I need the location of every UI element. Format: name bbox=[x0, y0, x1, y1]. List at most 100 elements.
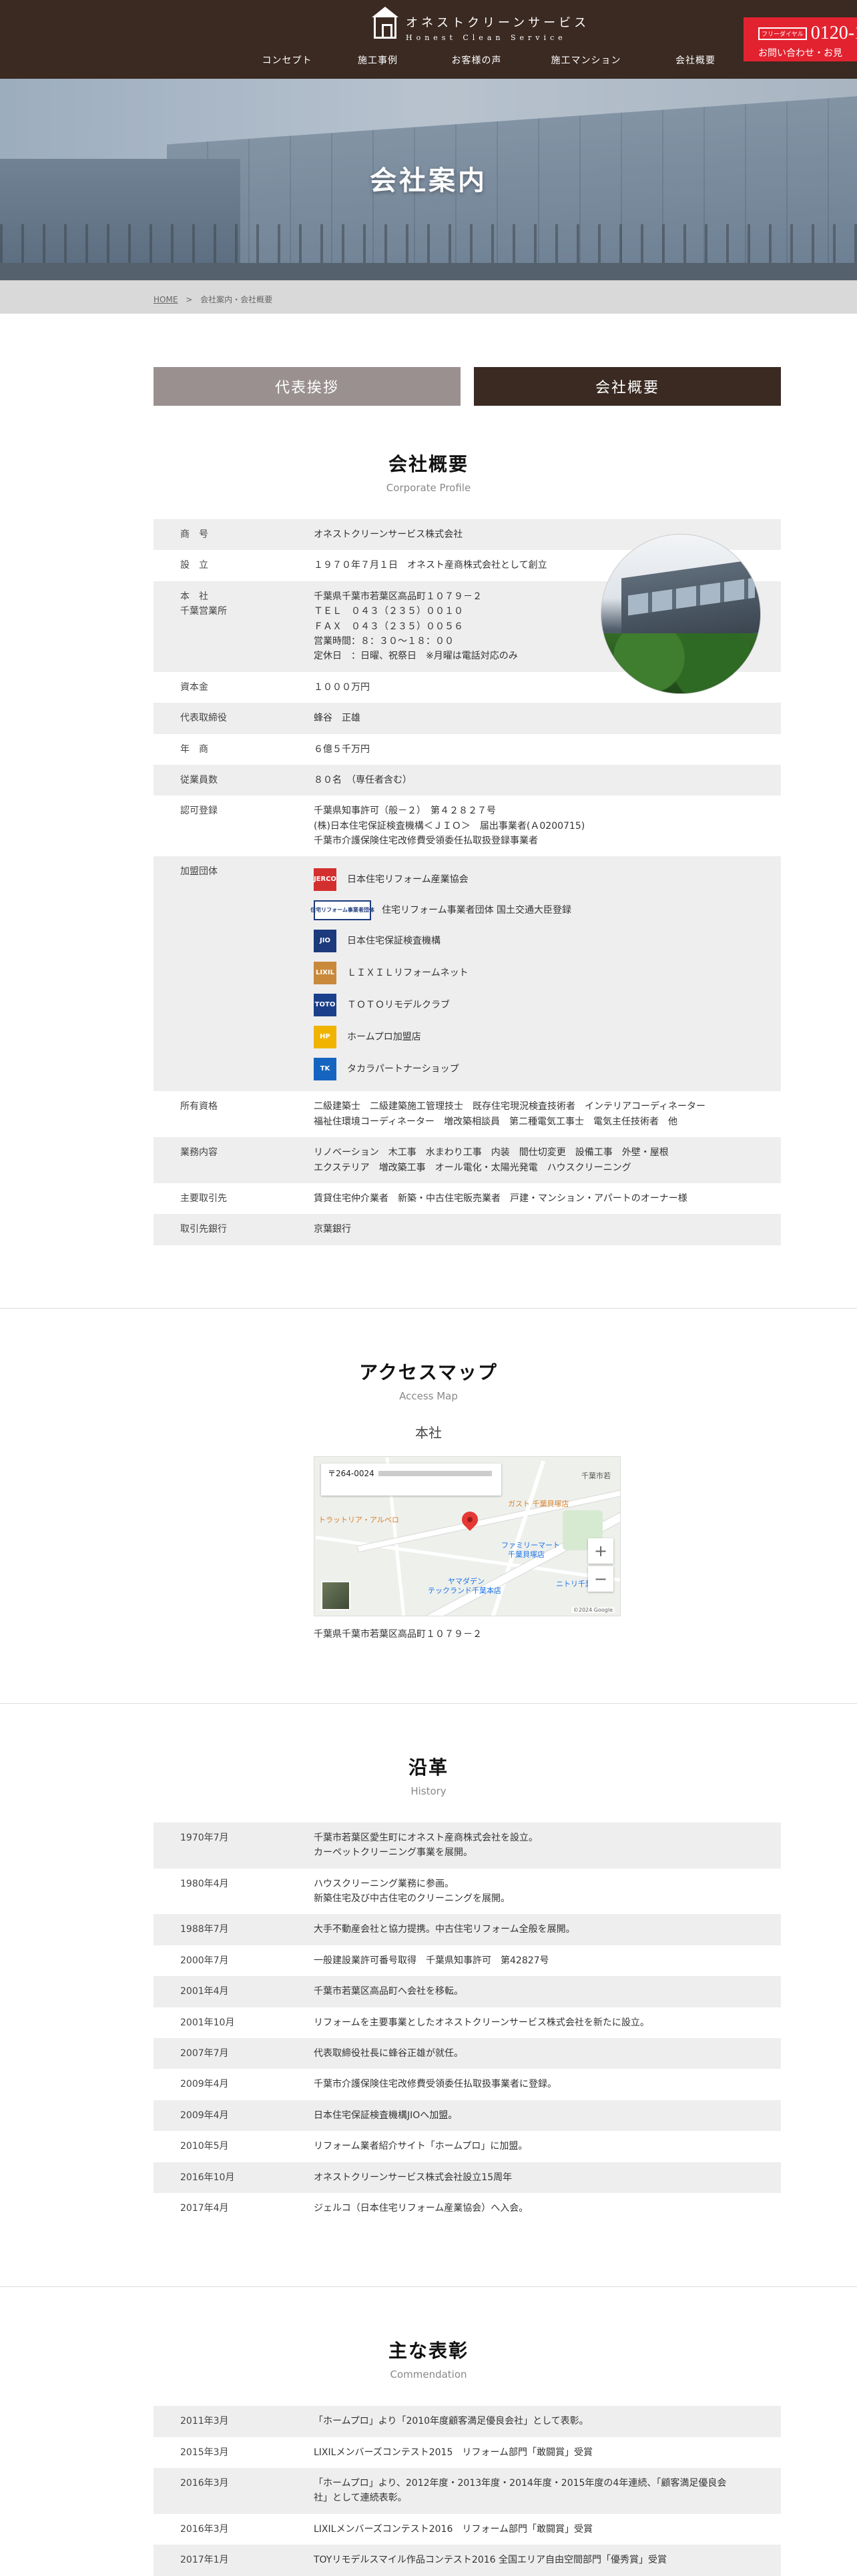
site-logo[interactable]: オネストクリーンサービス Honest Clean Service bbox=[372, 6, 589, 42]
office-address: 千葉県千葉市若葉区高品町１０７９－２ bbox=[314, 1628, 482, 1640]
row-value: 千葉県知事許可（般－２） 第４２８２７号 bbox=[314, 806, 496, 817]
list-item: LIXIL ＬＩＸＩＬリフォームネット bbox=[314, 962, 781, 985]
history-date: 1988年7月 bbox=[180, 1924, 229, 1935]
row-value: (株)日本住宅保証検査機構＜ＪＩＯ＞ 届出事業者(Ａ0200715) bbox=[314, 820, 585, 832]
history-section: 沿革 History 1970年7月 千葉市若葉区愛生町にオネスト産商株式会社を設… bbox=[0, 1753, 857, 2224]
row-value: 賃貸住宅仲介業者 新築・中古住宅販売業者 戸建・マンション・アパートのオーナー様 bbox=[314, 1193, 687, 1205]
google-map[interactable]: 〒264-0024 ガスト 千葉貝塚店 トラットリア・アルベロ ファミリーマート… bbox=[314, 1456, 621, 1616]
freedial-icon: フリーダイヤル bbox=[758, 27, 807, 40]
history-text: 千葉市若葉区愛生町にオネスト産商株式会社を設立。 bbox=[314, 1832, 538, 1843]
row-value: 蜂谷 正雄 bbox=[314, 713, 360, 724]
nav-company[interactable]: 会社概要 bbox=[646, 53, 745, 67]
history-text: オネストクリーンサービス株式会社設立15周年 bbox=[314, 2172, 513, 2183]
history-text: 一般建設業許可番号取得 千葉県知事許可 第42827号 bbox=[314, 1955, 549, 1966]
breadcrumb-home[interactable]: HOME bbox=[154, 295, 178, 304]
row-value: 福祉住環境コーディネーター 増改築相談員 第二種電気工事士 電気主任技術者 他 bbox=[314, 1116, 678, 1127]
history-text: 新築住宅及び中古住宅のクリーニングを展開。 bbox=[314, 1893, 510, 1904]
history-heading: 沿革 bbox=[408, 1756, 449, 1779]
row-label: 加盟団体 bbox=[180, 866, 218, 878]
award-date: 2017年1月 bbox=[180, 2555, 229, 2566]
table-row: 2007年7月 代表取締役社長に蜂谷正雄が就任。 bbox=[154, 2037, 781, 2069]
access-subheading: Access Map bbox=[399, 1389, 458, 1402]
awards-section: 主な表彰 Commendation 2011年3月 「ホームプロ」より「2010年… bbox=[0, 2336, 857, 2576]
profile-heading: 会社概要 bbox=[388, 453, 469, 475]
house-logo-icon bbox=[372, 6, 398, 39]
history-date: 1970年7月 bbox=[180, 1832, 229, 1843]
row-label: 年 商 bbox=[180, 743, 208, 755]
table-row: 2010年5月 リフォーム業者紹介サイト「ホームプロ」に加盟。 bbox=[154, 2131, 781, 2162]
row-value: 二級建築士 二級建築施工管理技士 既存住宅現況検査技術者 インテリアコーディネー… bbox=[314, 1101, 706, 1112]
map-label: ニトリ千葉 bbox=[556, 1579, 593, 1588]
award-date: 2016年3月 bbox=[180, 2478, 229, 2489]
award-date: 2015年3月 bbox=[180, 2447, 229, 2458]
history-text: 大手不動産会社と協力提携。中古住宅リフォーム全般を展開。 bbox=[314, 1924, 575, 1935]
table-row: 年 商 ６億５千万円 bbox=[154, 733, 781, 765]
nav-works[interactable]: 施工事例 bbox=[328, 53, 427, 67]
list-item: TK タカラパートナーショップ bbox=[314, 1058, 781, 1081]
table-row: 2016年10月 オネストクリーンサービス株式会社設立15周年 bbox=[154, 2162, 781, 2193]
row-label: 従業員数 bbox=[180, 774, 218, 785]
history-text: ハウスクリーニング業務に参画。 bbox=[314, 1878, 454, 1889]
hero-banner: 会社案内 bbox=[0, 79, 857, 280]
cta-phone: 0120-1334 bbox=[810, 23, 857, 43]
satellite-toggle[interactable] bbox=[321, 1580, 350, 1610]
tab-greeting[interactable]: 代表挨拶 bbox=[154, 367, 461, 406]
list-item: HP ホームプロ加盟店 bbox=[314, 1026, 781, 1049]
row-label: 本 社 bbox=[180, 591, 208, 602]
cta-label: お問い合わせ・お見 bbox=[758, 48, 842, 59]
member-name: 住宅リフォーム事業者団体 国土交通大臣登録 bbox=[382, 905, 572, 916]
history-text: ジェルコ（日本住宅リフォーム産業協会）へ入会。 bbox=[314, 2202, 529, 2214]
row-label: 所有資格 bbox=[180, 1101, 218, 1112]
table-row: 主要取引先 賃貸住宅仲介業者 新築・中古住宅販売業者 戸建・マンション・アパート… bbox=[154, 1183, 781, 1215]
award-date: 2016年3月 bbox=[180, 2523, 229, 2535]
member-list: JERCO 日本住宅リフォーム産業協会 住宅リフォーム事業者団体 住宅リフォーム… bbox=[310, 856, 781, 1091]
history-text: リフォームを主要事業としたオネストクリーンサービス株式会社を新たに設立。 bbox=[314, 2017, 649, 2028]
table-row: 従業員数 ８０名 （専任者含む） bbox=[154, 764, 781, 796]
access-heading: アクセスマップ bbox=[359, 1361, 498, 1383]
list-item: 住宅リフォーム事業者団体 住宅リフォーム事業者団体 国土交通大臣登録 bbox=[310, 900, 781, 921]
history-subheading: History bbox=[410, 1785, 447, 1797]
nav-voices[interactable]: お客様の声 bbox=[427, 53, 526, 67]
zoom-in-icon[interactable]: + bbox=[588, 1538, 613, 1564]
award-text: 「ホームプロ」より、2012年度・2013年度・2014年度・2015年度の4年… bbox=[314, 2478, 727, 2489]
map-label: 千葉貝塚店 bbox=[508, 1550, 545, 1559]
jio-logo-icon: JIO bbox=[314, 930, 336, 953]
row-value: 千葉市介護保険住宅改修費受領委任払取扱登録事業者 bbox=[314, 836, 538, 847]
history-text: 千葉市若葉区高品町へ会社を移転。 bbox=[314, 1986, 463, 1997]
homepro-logo-icon: HP bbox=[314, 1026, 336, 1049]
nav-mansions[interactable]: 施工マンション bbox=[526, 53, 646, 67]
site-header: オネストクリーンサービス Honest Clean Service コンセプト … bbox=[0, 0, 857, 79]
map-label: テックランド千葉本店 bbox=[428, 1586, 501, 1595]
section-divider bbox=[0, 2286, 857, 2288]
award-text: LIXILメンバーズコンテスト2016 リフォーム部門「敢闘賞」受賞 bbox=[314, 2523, 593, 2535]
corporate-profile-section: 会社概要 Corporate Profile 商 号 オネストクリーンサービス株… bbox=[0, 450, 857, 1245]
member-name: 日本住宅リフォーム産業協会 bbox=[347, 874, 469, 886]
lixil-logo-icon: LIXIL bbox=[314, 962, 336, 985]
table-row: 取引先銀行 京葉銀行 bbox=[154, 1214, 781, 1245]
history-text: カーペットクリーニング事業を展開。 bbox=[314, 1847, 473, 1859]
map-label: 千葉市若 bbox=[581, 1471, 611, 1480]
table-row: 加盟団体 JERCO 日本住宅リフォーム産業協会 住宅リフォーム事業者団体 住宅… bbox=[154, 856, 781, 1092]
nav-concept[interactable]: コンセプト bbox=[238, 53, 336, 67]
row-value: 京葉銀行 bbox=[314, 1224, 351, 1235]
zoom-out-icon[interactable]: − bbox=[588, 1566, 613, 1592]
map-label: トラットリア・アルベロ bbox=[318, 1515, 399, 1524]
member-name: ホームプロ加盟店 bbox=[347, 1032, 421, 1043]
jerco-logo-icon: JERCO bbox=[314, 868, 336, 892]
row-label: 認可登録 bbox=[180, 806, 218, 817]
logo-name-en: Honest Clean Service bbox=[406, 33, 567, 42]
contact-cta[interactable]: フリーダイヤル 0120-1334 お問い合わせ・お見 bbox=[744, 17, 857, 61]
row-value: ８０名 （専任者含む） bbox=[314, 774, 412, 785]
award-text: TOYリモデルスマイル作品コンテスト2016 全国エリア自由空間部門「優秀賞」受… bbox=[314, 2555, 667, 2566]
table-row: 2000年7月 一般建設業許可番号取得 千葉県知事許可 第42827号 bbox=[154, 1945, 781, 1977]
history-text: 千葉市介護保険住宅改修費受領委任払取扱事業者に登録。 bbox=[314, 2079, 557, 2090]
table-row: 代表取締役 蜂谷 正雄 bbox=[154, 703, 781, 734]
row-value: リノベーション 木工事 水まわり工事 内装 間仕切変更 設備工事 外壁・屋根 bbox=[314, 1147, 669, 1159]
history-text: リフォーム業者紹介サイト「ホームプロ」に加盟。 bbox=[314, 2141, 528, 2152]
map-info-card[interactable]: 〒264-0024 bbox=[321, 1463, 501, 1496]
award-text: LIXILメンバーズコンテスト2015 リフォーム部門「敢闘賞」受賞 bbox=[314, 2447, 593, 2458]
history-date: 2000年7月 bbox=[180, 1955, 229, 1966]
reform-association-logo-icon: 住宅リフォーム事業者団体 bbox=[310, 900, 374, 921]
table-row: 2011年3月 「ホームプロ」より「2010年度顧客満足優良会社」として表彰。 bbox=[154, 2406, 781, 2437]
tab-profile[interactable]: 会社概要 bbox=[474, 367, 781, 406]
